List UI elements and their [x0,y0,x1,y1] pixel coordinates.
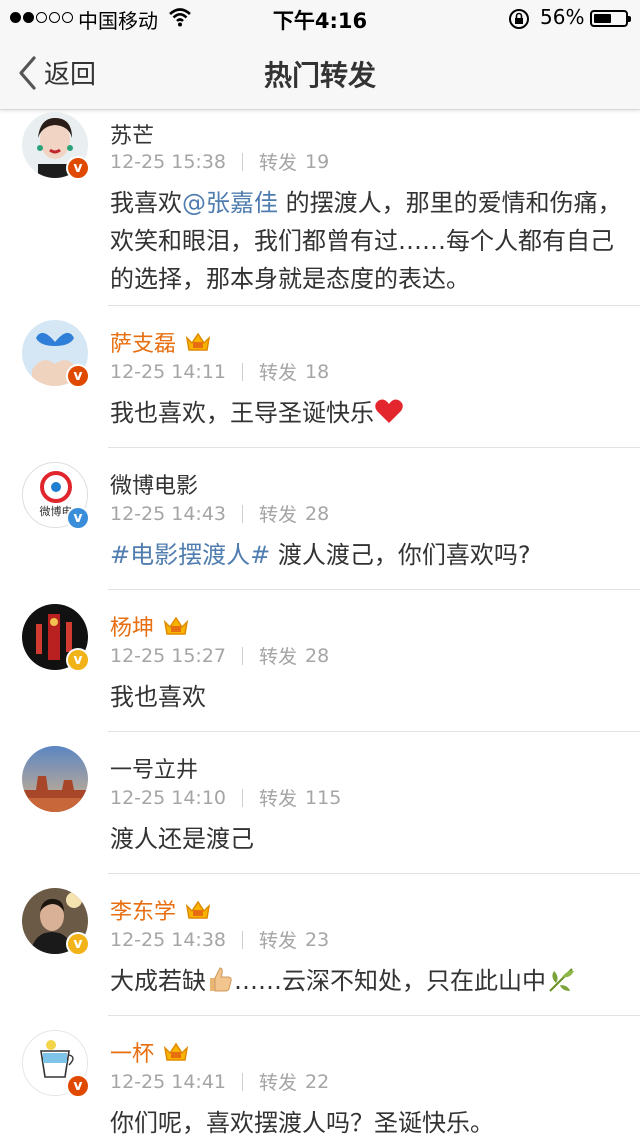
repost-item[interactable]: v 李东学 12-25 14:38 转发 23 大成若缺 ……云深不知处，只在此山… [0,874,640,1016]
vip-crown-icon [163,616,189,635]
mention-link[interactable]: @张嘉佳 [182,189,278,217]
battery-icon [590,10,631,27]
repost-count: 18 [305,360,330,383]
repost-count: 23 [305,928,330,951]
user-name[interactable]: 李东学 [110,894,176,926]
post-time: 12-25 14:10 [110,786,227,809]
post-time: 12-25 14:43 [110,502,227,525]
vip-crown-icon [163,1042,189,1061]
repost-count: 22 [305,1070,330,1093]
verified-badge-icon: v [66,932,90,956]
repost-text: 渡人还是渡己 [110,825,254,853]
repost-text: 大成若缺 ……云深不知处，只在此山中 [110,962,622,1000]
thumbs-up-icon [210,967,232,992]
post-time: 12-25 15:38 [110,150,227,173]
user-name[interactable]: 杨坤 [110,610,154,642]
repost-text: 我也喜欢，王导圣诞快乐 [110,394,622,432]
avatar[interactable]: v [22,112,90,180]
navigation-bar: 返回 热门转发 [0,36,640,110]
repost-label: 转发 [259,930,298,952]
repost-count: 28 [305,502,330,525]
repost-count: 115 [305,786,342,809]
repost-label: 转发 [259,1072,298,1094]
bamboo-leaf-icon [549,968,574,992]
avatar[interactable]: v [22,604,90,672]
verified-badge-icon: v [66,648,90,672]
repost-count: 28 [305,644,330,667]
repost-item[interactable]: v 杨坤 12-25 15:27 转发 28 我也喜欢 [0,590,640,732]
post-time: 12-25 14:38 [110,928,227,951]
user-name[interactable]: 苏芒 [110,118,154,150]
vip-crown-icon [185,900,211,919]
verified-badge-icon: v [66,156,90,180]
avatar[interactable]: v [22,320,90,388]
heart-icon [375,399,403,423]
avatar[interactable]: v [22,888,90,956]
repost-text: 我喜欢@张嘉佳 的摆渡人，那里的爱情和伤痛，欢笑和眼泪，我们都曾有过……每个人都… [110,189,622,293]
page-title: 热门转发 [263,59,376,92]
post-time: 12-25 15:27 [110,644,227,667]
topic-link[interactable]: #电影摆渡人# [110,541,270,569]
verified-badge-icon: v [66,364,90,388]
verified-badge-icon: v [66,1074,90,1098]
repost-list: v 苏芒 12-25 15:38 转发 19 我喜欢@张嘉佳 的摆渡人，那里的爱… [0,110,640,1138]
verified-badge-icon: v [66,506,90,530]
repost-item[interactable]: 微博电 v 微博电影 12-25 14:43 转发 28 #电影摆渡人# 渡人渡… [0,448,640,590]
repost-item[interactable]: v 一杯 12-25 14:41 转发 22 你们呢，喜欢摆渡人吗？圣诞快乐。 [0,1016,640,1138]
avatar[interactable] [22,746,88,812]
repost-label: 转发 [259,152,298,174]
repost-item[interactable]: 一号立井 12-25 14:10 转发 115 渡人还是渡己 [0,732,640,874]
status-bar: 中国移动 下午4:16 56% [0,0,640,36]
avatar[interactable]: v [22,1030,90,1098]
rotation-lock-icon [509,9,529,29]
repost-label: 转发 [259,646,298,668]
repost-label: 转发 [259,362,298,384]
user-name[interactable]: 一杯 [110,1036,154,1068]
repost-item[interactable]: v 苏芒 12-25 15:38 转发 19 我喜欢@张嘉佳 的摆渡人，那里的爱… [0,110,640,306]
post-time: 12-25 14:11 [110,360,227,383]
repost-count: 19 [305,150,330,173]
repost-text: 你们呢，喜欢摆渡人吗？圣诞快乐。 [110,1109,494,1137]
repost-label: 转发 [259,504,298,526]
repost-label: 转发 [259,788,298,810]
vip-crown-icon [185,332,211,351]
battery-percent: 56% [540,5,585,29]
user-name[interactable]: 一号立井 [110,752,198,784]
user-name[interactable]: 萨支磊 [110,326,176,358]
post-time: 12-25 14:41 [110,1070,227,1093]
repost-text: 我也喜欢 [110,683,206,711]
repost-text: #电影摆渡人# 渡人渡己，你们喜欢吗? [110,541,531,569]
user-name[interactable]: 微博电影 [110,468,198,500]
avatar[interactable]: 微博电 v [22,462,90,530]
repost-item[interactable]: v 萨支磊 12-25 14:11 转发 18 我也喜欢，王导圣诞快乐 [0,306,640,448]
